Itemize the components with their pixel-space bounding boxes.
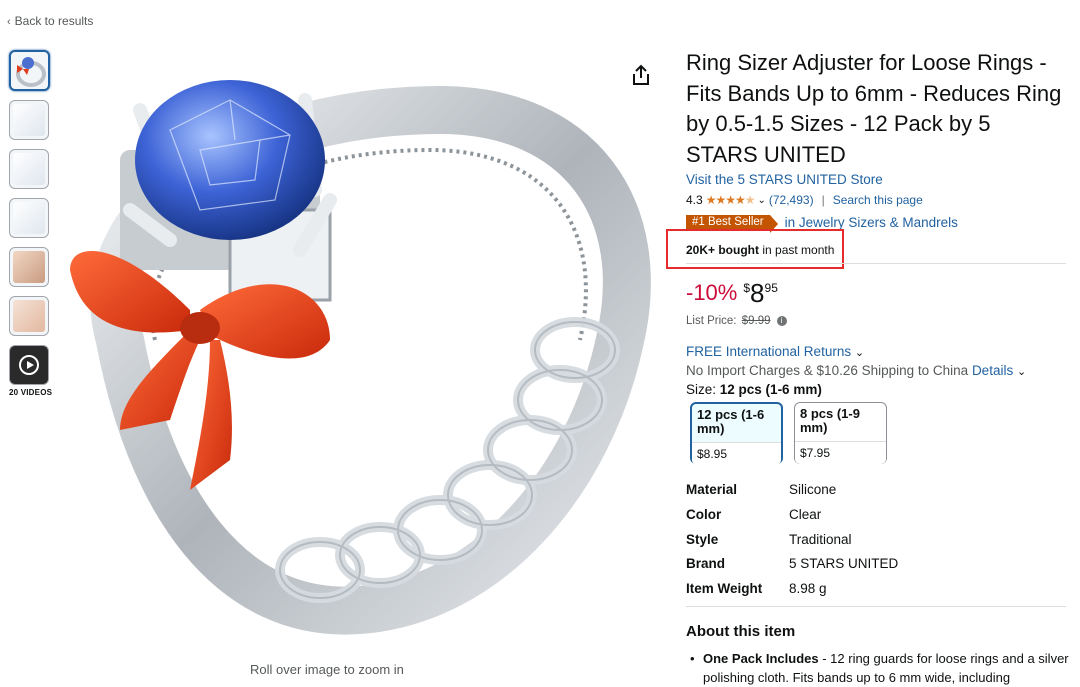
size-option-price: $8.95	[692, 442, 781, 465]
spec-key: Color	[686, 506, 722, 522]
bought-count: 20K+ bought	[686, 243, 760, 257]
divider	[686, 263, 1066, 264]
free-returns-link[interactable]: FREE International Returns ⌄	[686, 344, 864, 359]
back-label: Back to results	[14, 14, 94, 28]
thumbnail-6[interactable]	[9, 296, 49, 336]
spec-value: 8.98 g	[789, 581, 827, 597]
list-price: List Price: $9.99 i	[686, 315, 787, 327]
price-whole: 8	[750, 278, 765, 308]
size-option-name: 12 pcs (1-6 mm)	[697, 407, 765, 436]
zoom-hint: Roll over image to zoom in	[250, 662, 404, 677]
specs-table: Material Silicone Color Clear Style Trad…	[686, 482, 898, 606]
size-selected-line: Size: 12 pcs (1-6 mm)	[686, 382, 822, 397]
chevron-left-icon: ‹	[7, 16, 11, 28]
review-count-link[interactable]: (72,493)	[769, 193, 814, 207]
spec-key: Item Weight	[686, 581, 763, 597]
videos-count-label: 20 VIDEOS	[9, 388, 53, 397]
discount-percent: -10%	[686, 280, 738, 305]
chevron-down-icon[interactable]: ⌄	[757, 195, 765, 206]
search-this-page-link[interactable]: Search this page	[833, 193, 923, 207]
bought-in-past-month: 20K+ bought in past month	[686, 243, 834, 257]
star-rating-icon[interactable]: ★★★★★	[706, 193, 756, 207]
spec-row-color: Color Clear	[686, 507, 898, 532]
spec-value: 5 STARS UNITED	[789, 556, 899, 572]
best-seller-category-link[interactable]: in Jewelry Sizers & Mandrels	[785, 215, 958, 230]
thumbnail-video[interactable]	[9, 345, 49, 385]
share-icon[interactable]	[631, 64, 651, 86]
bullet-bold: One Pack Includes	[703, 651, 819, 666]
divider	[686, 606, 1066, 607]
price-currency: $	[743, 281, 751, 295]
size-option-12-pcs[interactable]: 12 pcs (1-6 mm) $8.95	[690, 402, 783, 465]
play-icon	[19, 355, 39, 375]
import-shipping-info: No Import Charges & $10.26 Shipping to C…	[686, 363, 1026, 378]
spec-row-item-weight: Item Weight 8.98 g	[686, 581, 898, 606]
thumbnail-4[interactable]	[9, 198, 49, 238]
info-icon[interactable]: i	[776, 315, 787, 326]
spec-row-brand: Brand 5 STARS UNITED	[686, 556, 898, 581]
spec-value: Clear	[789, 506, 822, 522]
store-link[interactable]: Visit the 5 STARS UNITED Store	[686, 172, 1066, 187]
back-to-results-link[interactable]: ‹ Back to results	[7, 14, 93, 28]
import-text: No Import Charges & $10.26 Shipping to C…	[686, 363, 969, 378]
returns-label: FREE International Returns	[686, 344, 852, 359]
thumbnail-1[interactable]	[9, 50, 50, 91]
product-main-image[interactable]	[60, 40, 660, 640]
spec-key: Style	[686, 531, 719, 547]
product-info-panel: Ring Sizer Adjuster for Loose Rings - Fi…	[666, 48, 1069, 685]
rating-value: 4.3	[686, 193, 703, 207]
thumbnail-3[interactable]	[9, 149, 49, 189]
thumbnail-strip: 20 VIDEOS	[9, 50, 53, 397]
size-option-name: 8 pcs (1-9 mm)	[800, 406, 860, 435]
spec-key: Material	[686, 482, 738, 497]
chevron-down-icon[interactable]: ⌄	[1017, 366, 1026, 378]
chevron-down-icon: ⌄	[854, 347, 865, 359]
size-label: Size:	[686, 382, 717, 397]
about-this-item-heading: About this item	[686, 623, 796, 640]
best-seller-badge[interactable]: #1 Best Seller	[686, 215, 778, 233]
separator: |	[821, 193, 825, 207]
size-selected-value: 12 pcs (1-6 mm)	[719, 382, 822, 397]
thumbnail-5[interactable]	[9, 247, 49, 287]
rating-row: 4.3 ★★★★★ ⌄ (72,493) | Search this page	[686, 191, 1066, 209]
spec-key: Brand	[686, 556, 726, 572]
bullet-text: One Pack Includes - 12 ring guards for l…	[703, 649, 1070, 687]
price-row: -10% $ 8 95	[686, 278, 778, 308]
size-option-8-pcs[interactable]: 8 pcs (1-9 mm) $7.95	[794, 402, 887, 464]
spec-row-style: Style Traditional	[686, 532, 898, 557]
size-option-price: $7.95	[795, 441, 886, 464]
product-title: Ring Sizer Adjuster for Loose Rings - Fi…	[686, 50, 1062, 167]
spec-value: Traditional	[789, 531, 852, 547]
bullet-dot: •	[690, 651, 695, 666]
thumbnail-ring-image	[16, 57, 46, 87]
thumbnail-2[interactable]	[9, 100, 49, 140]
spec-row-material: Material Silicone	[686, 482, 898, 507]
about-bullet: • One Pack Includes - 12 ring guards for…	[690, 649, 1070, 687]
details-link[interactable]: Details	[972, 363, 1013, 378]
spec-value: Silicone	[789, 482, 837, 497]
price-fraction: 95	[764, 281, 778, 295]
bought-period: in past month	[759, 243, 835, 257]
list-price-label: List Price:	[686, 315, 737, 327]
list-price-value: $9.99	[741, 315, 771, 327]
